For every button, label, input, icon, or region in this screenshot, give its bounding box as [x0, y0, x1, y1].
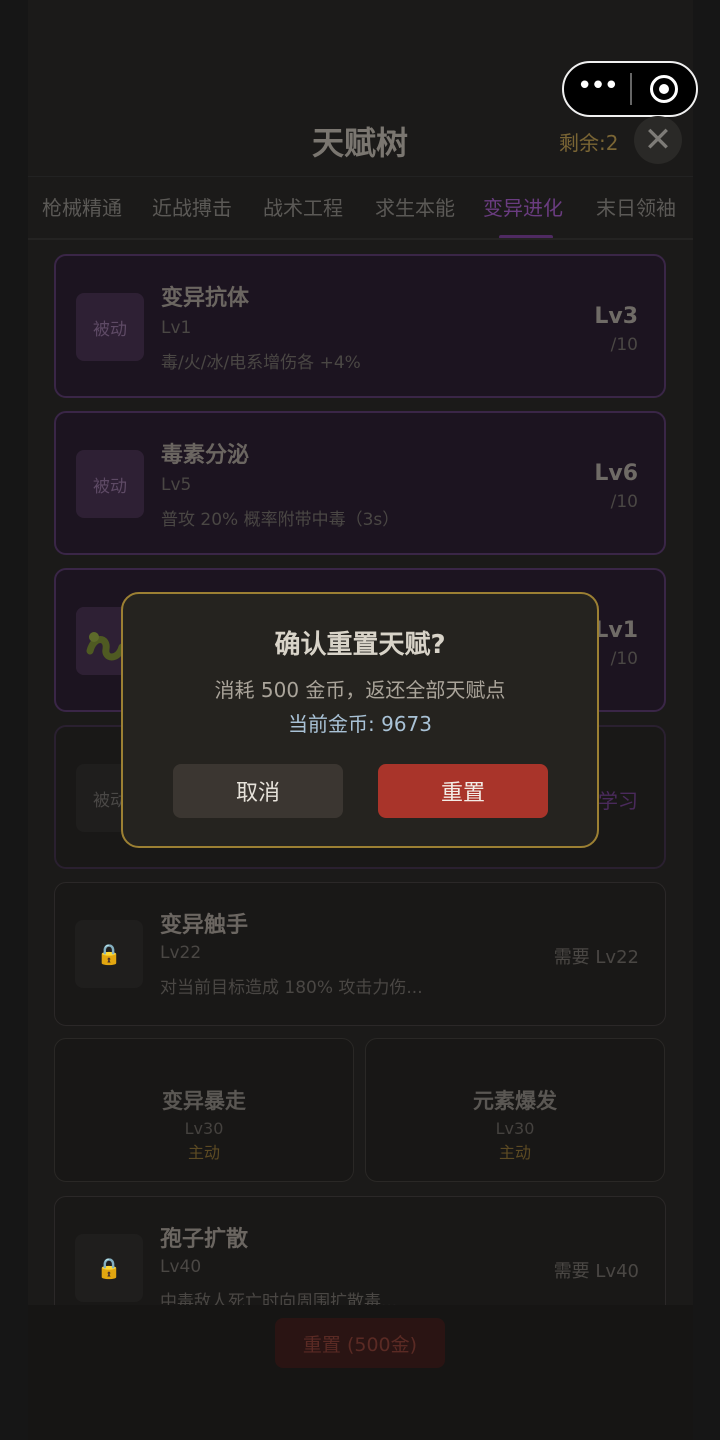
confirm-reset-dialog: 确认重置天赋? 消耗 500 金币，返还全部天赋点 当前金币: 9673 取消 …: [121, 592, 599, 848]
dialog-message: 消耗 500 金币，返还全部天赋点: [214, 678, 506, 702]
cancel-button[interactable]: 取消: [173, 764, 343, 818]
dialog-title: 确认重置天赋?: [274, 630, 446, 660]
confirm-reset-button[interactable]: 重置: [378, 764, 548, 818]
current-coins: 当前金币: 9673: [288, 712, 432, 736]
